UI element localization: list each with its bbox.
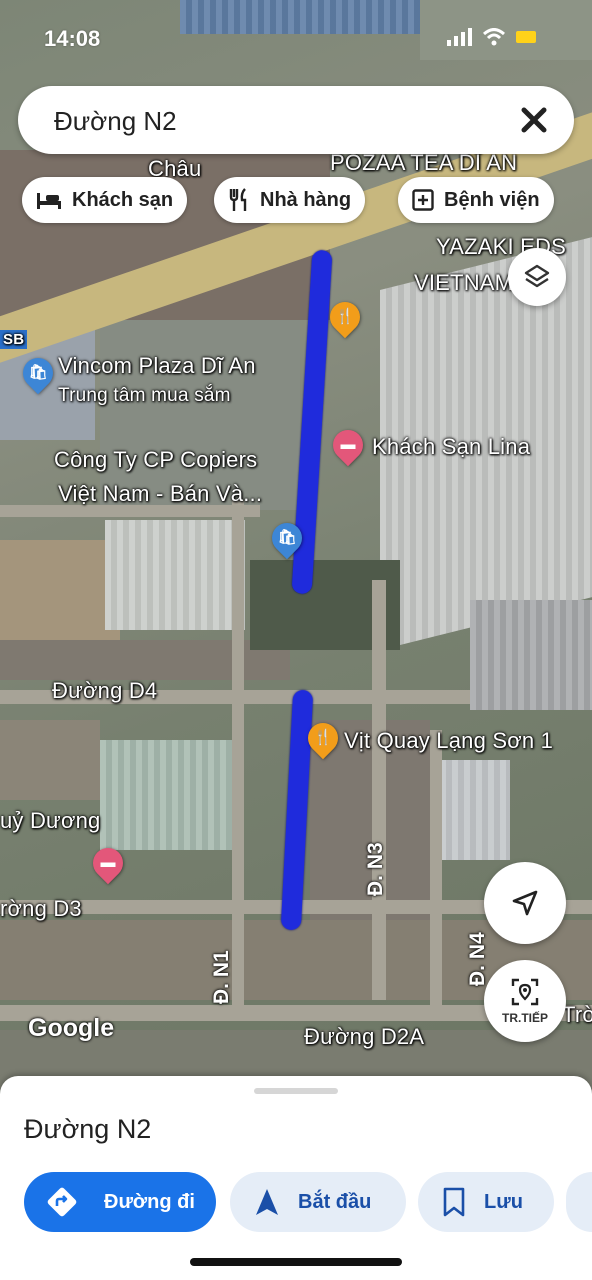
map-label-vincom-type: Trung tâm mua sắm — [58, 385, 231, 406]
street — [430, 730, 442, 1020]
map-label-thuy-duong: uỷ Dương — [0, 808, 101, 833]
battery-icon — [516, 31, 536, 43]
map-label-vit-quay[interactable]: Vịt Quay Lạng Sơn 1 — [344, 728, 553, 754]
wifi-icon — [482, 28, 506, 46]
restaurant-pin-icon[interactable]: 🍴 — [323, 295, 367, 339]
google-attribution: Google — [28, 1014, 115, 1042]
map-label-tro: Trờ — [562, 1002, 592, 1027]
map-block — [0, 640, 290, 680]
map-label-vincom-name[interactable]: Vincom Plaza Dĩ An — [58, 353, 256, 379]
chip-label: Khách sạn — [72, 188, 174, 211]
save-label: Lưu — [484, 1190, 523, 1213]
navigation-arrow-icon — [512, 890, 538, 916]
map-label-copiers-2[interactable]: Việt Nam - Bán Và... — [58, 481, 262, 507]
map-label-copiers-1[interactable]: Công Ty CP Copiers — [54, 447, 257, 473]
my-location-button[interactable] — [484, 862, 566, 944]
map-building — [105, 520, 245, 630]
directions-label: Đường đi — [104, 1190, 195, 1213]
map-label-n1: Đ. N1 — [210, 950, 233, 1004]
live-view-label: TR.TIẾP — [501, 1011, 548, 1025]
status-icons — [447, 28, 536, 46]
chip-hospitals[interactable]: Bệnh viện — [398, 177, 554, 223]
chip-hotels[interactable]: Khách sạn — [22, 177, 188, 223]
street — [232, 500, 244, 1020]
map-label-n3: Đ. N3 — [364, 842, 387, 896]
map-label-d2a: Đường D2A — [304, 1024, 425, 1049]
home-indicator[interactable] — [190, 1258, 402, 1266]
status-time: 14:08 — [44, 26, 101, 51]
map-block — [0, 540, 120, 640]
hospital-icon — [412, 189, 434, 211]
layers-icon — [524, 264, 550, 288]
live-view-pin-icon — [511, 978, 539, 1006]
signal-icon — [447, 28, 472, 46]
search-bar[interactable]: Đường N2 — [18, 86, 574, 154]
navigate-arrow-icon — [256, 1189, 278, 1215]
place-bottom-sheet[interactable]: Đường N2 Đường đi Bắt đầu Lưu — [0, 1076, 592, 1280]
sheet-drag-handle[interactable] — [254, 1088, 338, 1094]
restaurant-pin-icon[interactable]: 🍴 — [301, 716, 345, 760]
map-building — [100, 740, 235, 850]
chip-label: Nhà hàng — [260, 188, 352, 211]
map-label-lina[interactable]: Khách Sạn Lina — [372, 434, 530, 460]
directions-button[interactable]: Đường đi — [24, 1172, 216, 1232]
search-query[interactable]: Đường N2 — [54, 106, 177, 137]
bed-icon — [36, 190, 62, 210]
shopping-pin-icon[interactable]: 🛍 — [265, 516, 309, 560]
bookmark-icon — [443, 1187, 465, 1217]
start-button[interactable]: Bắt đầu — [230, 1172, 406, 1232]
place-title: Đường N2 — [24, 1114, 152, 1144]
restaurant-icon — [228, 188, 250, 212]
more-actions-button[interactable] — [566, 1172, 592, 1232]
hotel-pin-icon[interactable]: ▬ — [86, 841, 130, 885]
hotel-pin-icon[interactable]: ▬ — [326, 423, 370, 467]
map-building — [180, 0, 420, 34]
map-building — [440, 760, 510, 860]
map-label-n4: Đ. N4 — [466, 932, 489, 986]
shopping-pin-icon[interactable]: 🛍 — [16, 351, 60, 395]
map-label-d3: rờng D3 — [0, 896, 82, 921]
map-label-d4: Đường D4 — [52, 678, 158, 703]
live-view-button[interactable]: TR.TIẾP — [484, 960, 566, 1042]
start-label: Bắt đầu — [298, 1190, 372, 1213]
map-building — [470, 600, 592, 710]
close-icon[interactable] — [514, 100, 554, 140]
directions-icon — [47, 1187, 77, 1217]
map-label-sb: SB — [0, 330, 28, 349]
layers-button[interactable] — [508, 248, 566, 306]
chip-label: Bệnh viện — [444, 188, 540, 211]
street — [372, 580, 386, 1000]
save-button[interactable]: Lưu — [418, 1172, 554, 1232]
map-block — [0, 720, 100, 800]
chip-restaurants[interactable]: Nhà hàng — [214, 177, 366, 223]
